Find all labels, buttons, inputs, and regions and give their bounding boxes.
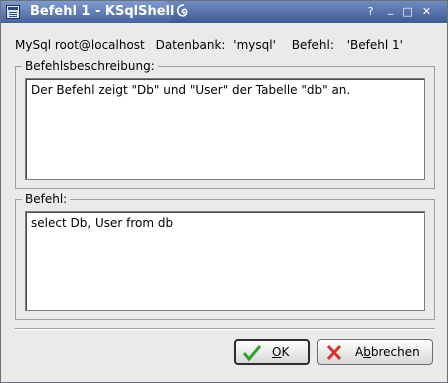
title-bar[interactable]: Befehl 1 - KSqlShell ? _ □ ✕ (1, 1, 447, 23)
ok-button[interactable]: OK (234, 339, 310, 365)
ok-label: OK (272, 345, 290, 359)
command-group: Befehl: select Db, User from db (15, 192, 435, 320)
connection-label: MySql root@localhost (15, 38, 145, 52)
command-group-title: Befehl: (22, 192, 71, 206)
swirl-icon (176, 4, 188, 17)
app-icon[interactable] (6, 5, 20, 19)
command-value: 'Befehl 1' (346, 38, 403, 52)
command-text: select Db, User from db (31, 216, 174, 230)
close-icon[interactable]: ✕ (419, 5, 434, 19)
x-cross-icon (326, 344, 342, 361)
description-text: Der Befehl zeigt "Db" und "User" der Tab… (31, 83, 351, 97)
maximize-icon[interactable]: □ (400, 5, 415, 19)
minimize-icon[interactable]: _ (383, 2, 398, 16)
description-group-title: Befehlsbeschreibung: (22, 59, 158, 73)
description-group: Befehlsbeschreibung: Der Befehl zeigt "D… (15, 59, 435, 189)
command-textarea[interactable]: select Db, User from db (25, 211, 425, 311)
database-label: Datenbank: (155, 38, 226, 52)
info-line: MySql root@localhost Datenbank: 'mysql' … (15, 38, 410, 52)
window-title: Befehl 1 - KSqlShell (30, 4, 175, 19)
cancel-button[interactable]: Abbrechen (317, 339, 433, 365)
help-icon[interactable]: ? (363, 5, 378, 19)
database-value: 'mysql' (233, 38, 276, 52)
dialog-window: Befehl 1 - KSqlShell ? _ □ ✕ MySql root@… (0, 0, 448, 383)
command-label: Befehl: (291, 38, 334, 52)
separator (15, 328, 435, 330)
description-textarea[interactable]: Der Befehl zeigt "Db" und "User" der Tab… (25, 78, 425, 180)
cancel-label: Abbrechen (355, 345, 420, 359)
checkmark-icon (242, 345, 262, 362)
